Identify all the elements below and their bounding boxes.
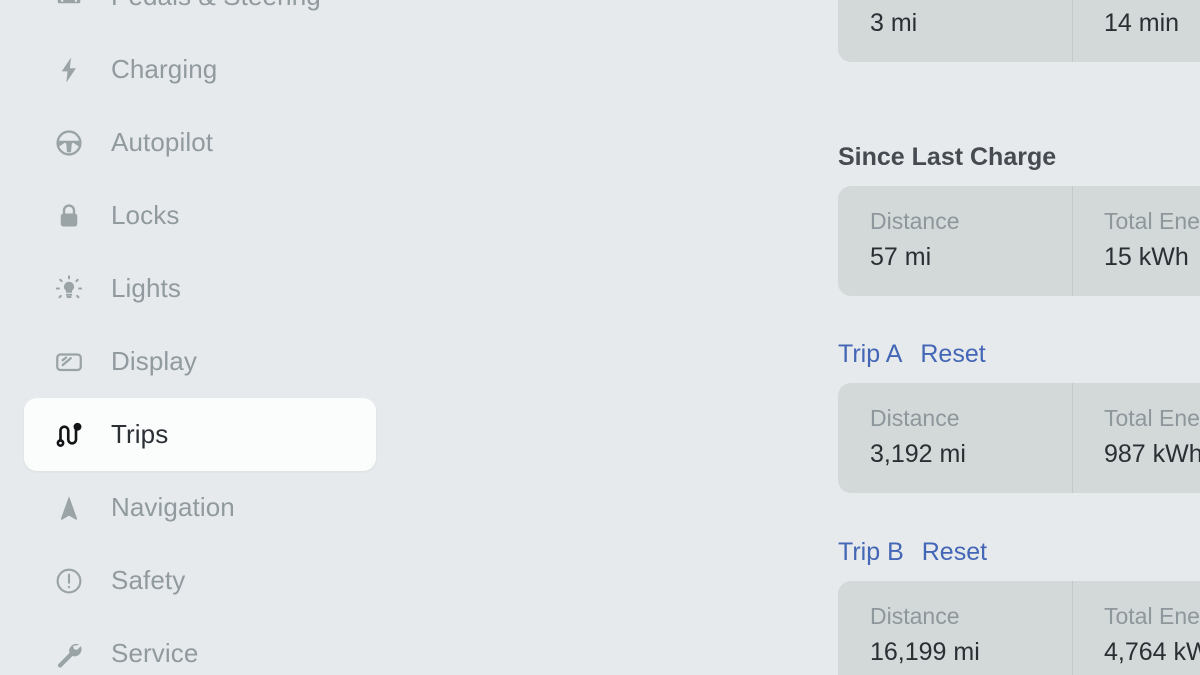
settings-screen: Pedals & Steering Charging Autopilot — [0, 0, 1200, 675]
trip-a-actions: Trip A Reset — [838, 340, 986, 369]
lock-icon — [52, 199, 86, 233]
section-header-since-last-charge: Since Last Charge Show in Trips Card — [838, 128, 1200, 186]
stats-card-recent-trip: Distance 3 mi Duration 14 min Avg. Energ… — [838, 0, 1200, 62]
stat-label: Total Energy — [1104, 603, 1200, 629]
stat-cell: Distance 3,192 mi — [838, 383, 1072, 493]
stat-label: Total Energy — [1104, 405, 1200, 431]
stat-cell: Duration 14 min — [1072, 0, 1200, 62]
stat-value: 16,199 mi — [870, 638, 980, 666]
stats-card-trip-b: Distance 16,199 mi Total Energy 4,764 kW… — [838, 581, 1200, 675]
stat-label: Distance — [870, 208, 960, 234]
sidebar-item-navigation[interactable]: Navigation — [24, 471, 376, 544]
trip-a-reset-button[interactable]: Reset — [920, 340, 985, 369]
stat-label: Distance — [870, 405, 960, 431]
stat-cell: Distance 57 mi — [838, 186, 1072, 296]
sidebar-item-label: Safety — [111, 565, 186, 595]
stat-value: 3,192 mi — [870, 440, 966, 468]
sidebar-item-charging[interactable]: Charging — [24, 33, 376, 106]
display-icon — [52, 345, 86, 379]
stat-value: 15 kWh — [1104, 243, 1189, 271]
sidebar-item-lights[interactable]: Lights — [24, 252, 376, 325]
sidebar-item-label: Display — [111, 346, 197, 376]
section-title: Since Last Charge — [838, 142, 1057, 171]
stat-cell: Total Energy 987 kWh — [1072, 383, 1200, 493]
trip-a-link[interactable]: Trip A — [838, 340, 902, 369]
stat-cell: Total Energy 4,764 kWh — [1072, 581, 1200, 675]
car-icon — [52, 0, 86, 14]
stats-card-since-last-charge: Distance 57 mi Total Energy 15 kWh Avg. … — [838, 186, 1200, 296]
sidebar-item-label: Charging — [111, 54, 218, 84]
exclamation-circle-icon — [52, 564, 86, 598]
sidebar-item-service[interactable]: Service — [24, 617, 376, 675]
sidebar-item-autopilot[interactable]: Autopilot — [24, 106, 376, 179]
steering-wheel-icon — [52, 126, 86, 160]
stat-label: Duration — [1104, 0, 1200, 1]
stat-cell: Distance 16,199 mi — [838, 581, 1072, 675]
trip-b-link[interactable]: Trip B — [838, 538, 904, 567]
settings-sidebar: Pedals & Steering Charging Autopilot — [0, 0, 400, 675]
sidebar-item-label: Trips — [111, 419, 169, 449]
stat-value: 14 min — [1104, 9, 1180, 37]
trip-b-reset-button[interactable]: Reset — [922, 538, 987, 567]
section-header-trip-a: Trip A Reset Show in Trips Card — [838, 325, 1200, 383]
route-icon — [52, 418, 86, 452]
stat-label: Distance — [870, 603, 960, 629]
stat-value: 3 mi — [870, 9, 918, 37]
navigation-arrow-icon — [52, 491, 86, 525]
sidebar-item-pedals-steering[interactable]: Pedals & Steering — [24, 0, 376, 33]
section-header-trip-b: Trip B Reset Show in Trips Card — [838, 523, 1200, 581]
trip-b-actions: Trip B Reset — [838, 538, 987, 567]
stat-cell: Distance 3 mi — [838, 0, 1072, 62]
stat-value: 57 mi — [870, 243, 932, 271]
sidebar-item-label: Lights — [111, 273, 181, 303]
trips-settings-panel: Distance 3 mi Duration 14 min Avg. Energ… — [400, 0, 1200, 675]
sidebar-item-label: Service — [111, 638, 199, 668]
sidebar-item-label: Pedals & Steering — [111, 0, 321, 12]
stat-label: Distance — [870, 0, 1072, 1]
lightbulb-icon — [52, 272, 86, 306]
sidebar-item-label: Navigation — [111, 492, 235, 522]
stat-value: 987 kWh — [1104, 440, 1200, 468]
sidebar-item-label: Locks — [111, 200, 180, 230]
stat-label: Total Energy — [1104, 208, 1200, 234]
stat-value: 4,764 kWh — [1104, 638, 1200, 666]
sidebar-item-safety[interactable]: Safety — [24, 544, 376, 617]
sidebar-item-locks[interactable]: Locks — [24, 179, 376, 252]
sidebar-item-label: Autopilot — [111, 127, 214, 157]
stats-card-trip-a: Distance 3,192 mi Total Energy 987 kWh A… — [838, 383, 1200, 493]
stat-cell: Total Energy 15 kWh — [1072, 186, 1200, 296]
sidebar-item-display[interactable]: Display — [24, 325, 376, 398]
wrench-icon — [52, 637, 86, 671]
bolt-icon — [52, 53, 86, 87]
sidebar-item-trips[interactable]: Trips — [24, 398, 376, 471]
